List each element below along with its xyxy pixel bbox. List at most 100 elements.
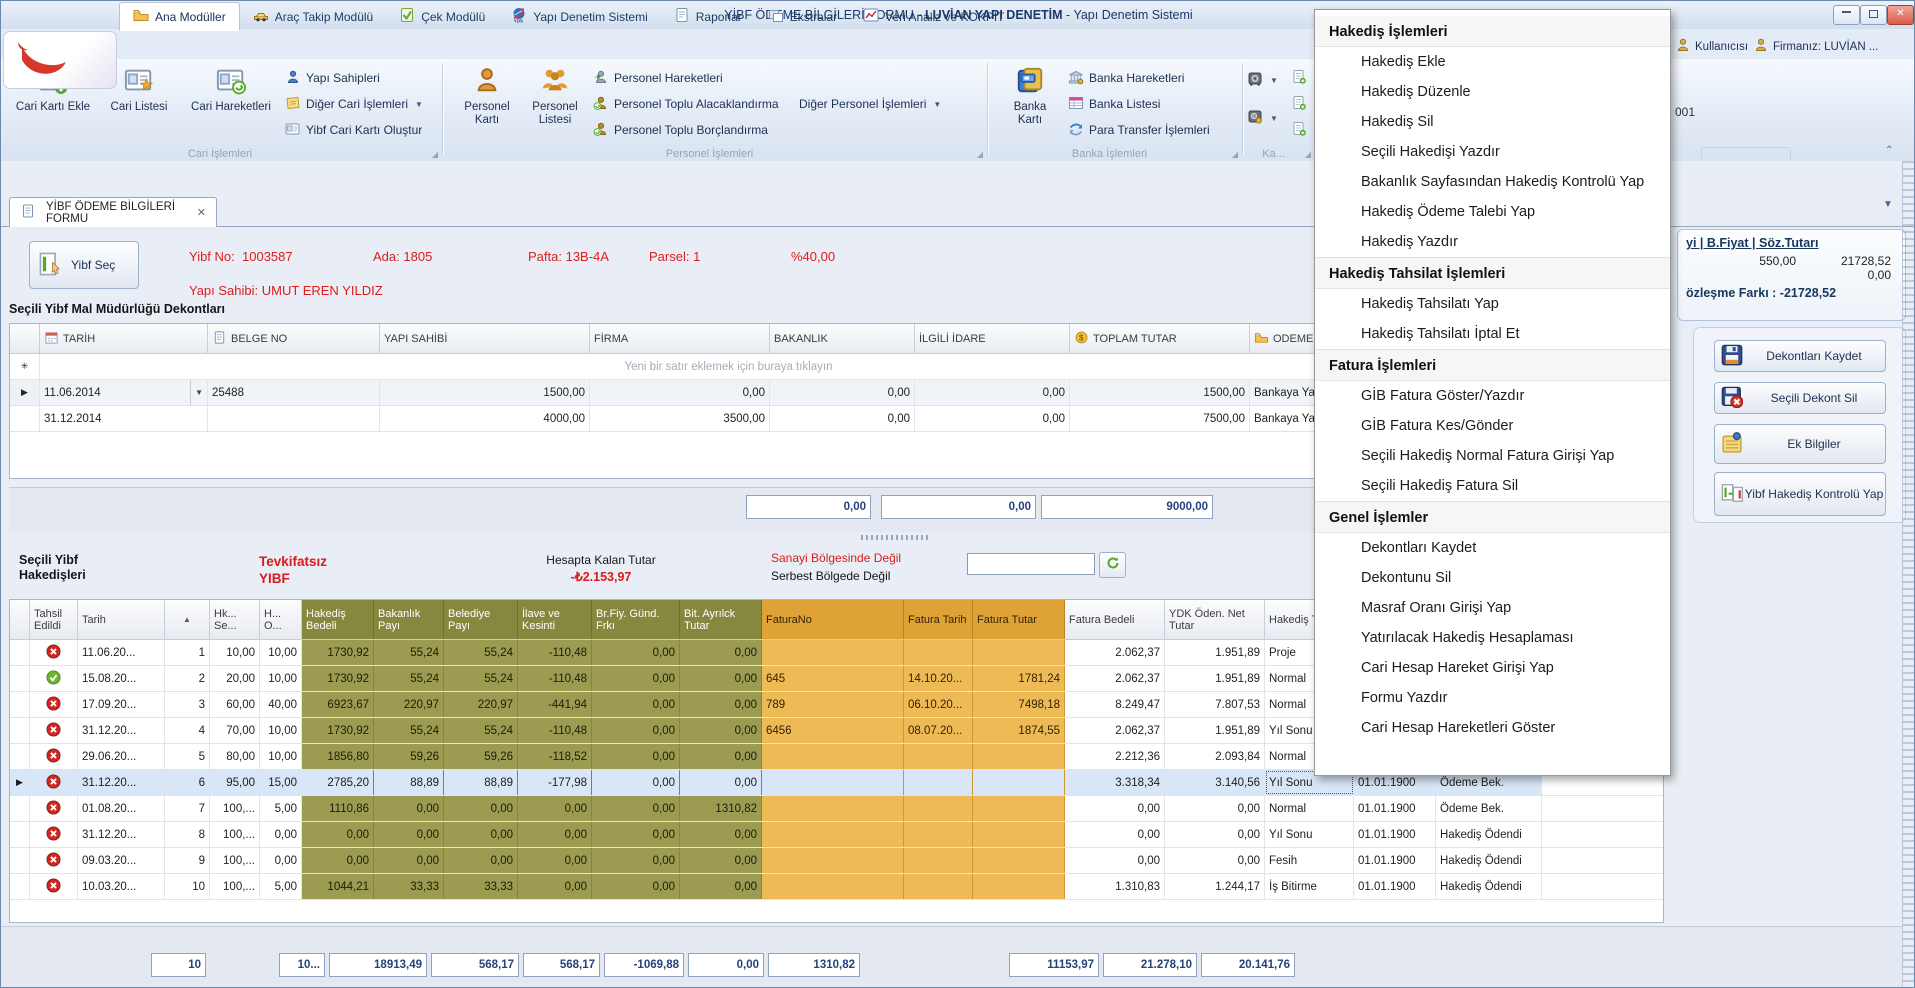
cell-status[interactable]: [30, 822, 78, 847]
cell-bit[interactable]: 1310,82: [680, 796, 762, 821]
cell-fattarih[interactable]: [904, 822, 973, 847]
cell-ydk[interactable]: 1.951,89: [1165, 640, 1265, 665]
column-header[interactable]: Tarih: [78, 600, 165, 639]
cell-tip[interactable]: İş Bitirme: [1265, 874, 1354, 899]
tab-yapi-denetim-sistemi[interactable]: YDSYapı Denetim Sistemi: [498, 2, 661, 31]
cell-ilave[interactable]: -118,52: [518, 744, 592, 769]
cell-belediye[interactable]: 59,26: [444, 744, 518, 769]
yibf-sec-button[interactable]: Yibf Seç: [29, 241, 139, 289]
cell-ind[interactable]: ▶: [10, 770, 30, 795]
cell-no[interactable]: 5: [165, 744, 210, 769]
cell-status[interactable]: [30, 666, 78, 691]
banka-hareketleri-button[interactable]: Banka Hareketleri: [1068, 67, 1184, 89]
cell-fatbedeli[interactable]: 2.062,37: [1065, 666, 1165, 691]
cell-belediye[interactable]: 220,97: [444, 692, 518, 717]
cell-durum[interactable]: Hakediş Ödendi: [1436, 822, 1542, 847]
cell-belediye[interactable]: 55,24: [444, 666, 518, 691]
cell-fattarih[interactable]: [904, 640, 973, 665]
cell-status[interactable]: [30, 640, 78, 665]
cell-no[interactable]: 8: [165, 822, 210, 847]
cell-status[interactable]: [30, 718, 78, 743]
minimize-button[interactable]: [1833, 5, 1860, 25]
cell-fatbedeli[interactable]: 2.062,37: [1065, 718, 1165, 743]
cell-bakanlik[interactable]: 88,89: [374, 770, 444, 795]
personel-karti-button[interactable]: Personel Kartı: [455, 63, 519, 143]
banka-karti-button[interactable]: Banka Kartı: [1000, 63, 1060, 143]
cell-bedeli[interactable]: 6923,67: [302, 692, 374, 717]
cell-tarih[interactable]: 31.12.20...: [78, 770, 165, 795]
column-header[interactable]: Hk... Se...: [210, 600, 260, 639]
cell-ydk[interactable]: 1.951,89: [1165, 666, 1265, 691]
cell-ho[interactable]: 10,00: [260, 666, 302, 691]
cell-ydk[interactable]: 0,00: [1165, 848, 1265, 873]
cell-no[interactable]: 2: [165, 666, 210, 691]
cell-hkse[interactable]: 70,00: [210, 718, 260, 743]
tab-veri-analiz-kokpit[interactable]: Veri Analiz ve KOKPİT: [850, 2, 1017, 31]
cell-ilave[interactable]: -110,48: [518, 666, 592, 691]
diger-cari-islemleri-button[interactable]: Diğer Cari İşlemleri▼: [285, 93, 423, 115]
cell-ind[interactable]: [10, 718, 30, 743]
ek-bilgiler-button[interactable]: Ek Bilgiler: [1714, 424, 1886, 464]
ribbon-collapse-icon[interactable]: ⌃: [1885, 145, 1893, 156]
cell-bakanlik[interactable]: 55,24: [374, 718, 444, 743]
cell-belediye[interactable]: 0,00: [444, 822, 518, 847]
column-header[interactable]: YAPI SAHİBİ: [380, 324, 590, 353]
cell-tarih[interactable]: 01.08.20...: [78, 796, 165, 821]
cell-faturano[interactable]: [762, 770, 904, 795]
menu-item[interactable]: GİB Fatura Kes/Gönder: [1315, 411, 1670, 441]
cell-ilave[interactable]: 0,00: [518, 848, 592, 873]
cell-bedeli[interactable]: 1044,21: [302, 874, 374, 899]
cell-tarih[interactable]: 09.03.20...: [78, 848, 165, 873]
cell-fatbedeli[interactable]: 3.318,34: [1065, 770, 1165, 795]
tab-arac-takip-modulu[interactable]: Araç Takip Modülü: [240, 2, 387, 31]
cell-faturano[interactable]: [762, 640, 904, 665]
cell-belediye[interactable]: 55,24: [444, 640, 518, 665]
cell-tarih[interactable]: 17.09.20...: [78, 692, 165, 717]
cell-ydk[interactable]: 2.093,84: [1165, 744, 1265, 769]
menu-item[interactable]: Hakediş Ödeme Talebi Yap: [1315, 197, 1670, 227]
cell-fattutar[interactable]: [973, 796, 1065, 821]
kasa-dropdown-button[interactable]: ▼: [1247, 69, 1278, 91]
menu-item[interactable]: Dekontları Kaydet: [1315, 533, 1670, 563]
cell-brfiy[interactable]: 0,00: [592, 770, 680, 795]
menu-item[interactable]: Cari Hesap Hareket Girişi Yap: [1315, 653, 1670, 683]
doc-add-button[interactable]: [1291, 93, 1307, 115]
dialog-launcher-icon[interactable]: ◢: [1305, 150, 1311, 159]
table-row[interactable]: ▶11.06.2014▼254881500,000,000,000,001500…: [10, 380, 1418, 406]
cell-firma[interactable]: 0,00: [590, 380, 770, 405]
cell-tarih[interactable]: 11.06.20...: [78, 640, 165, 665]
cell-bakanlik[interactable]: 55,24: [374, 640, 444, 665]
cell-bedeli[interactable]: 1730,92: [302, 718, 374, 743]
cell-hkse[interactable]: 10,00: [210, 640, 260, 665]
dekont-grid[interactable]: TARİHBELGE NOYAPI SAHİBİFİRMABAKANLIKİLG…: [9, 323, 1419, 479]
cell-tip[interactable]: Yıl Sonu: [1265, 822, 1354, 847]
cell-ho[interactable]: 15,00: [260, 770, 302, 795]
menu-item[interactable]: Hakediş Tahsilatı İptal Et: [1315, 319, 1670, 349]
cell-hkse[interactable]: 95,00: [210, 770, 260, 795]
menu-item[interactable]: Hakediş Yazdır: [1315, 227, 1670, 257]
date-combo-arrow-icon[interactable]: ▼: [190, 380, 203, 405]
cell-bedeli[interactable]: 1730,92: [302, 640, 374, 665]
cell-no[interactable]: 4: [165, 718, 210, 743]
cell-tarih[interactable]: 10.03.20...: [78, 874, 165, 899]
cell-bit[interactable]: 0,00: [680, 640, 762, 665]
dekont-new-row[interactable]: ✳Yeni bir satır eklemek için buraya tıkl…: [10, 354, 1418, 380]
cell-bakanlik[interactable]: 33,33: [374, 874, 444, 899]
cell-status[interactable]: [30, 796, 78, 821]
cell-faturano[interactable]: [762, 874, 904, 899]
cell-bakanlik[interactable]: 220,97: [374, 692, 444, 717]
cell-yapi[interactable]: 4000,00: [380, 406, 590, 431]
cell-tarih[interactable]: 15.08.20...: [78, 666, 165, 691]
cell-bit[interactable]: 0,00: [680, 718, 762, 743]
column-header[interactable]: FİRMA: [590, 324, 770, 353]
menu-item[interactable]: Bakanlık Sayfasından Hakediş Kontrolü Ya…: [1315, 167, 1670, 197]
cell-no[interactable]: 1: [165, 640, 210, 665]
cell-brfiy[interactable]: 0,00: [592, 874, 680, 899]
cell-fatbedeli[interactable]: 0,00: [1065, 822, 1165, 847]
secili-dekont-sil-button[interactable]: Seçili Dekont Sil: [1714, 382, 1886, 414]
cell-ilave[interactable]: -441,94: [518, 692, 592, 717]
cell-status[interactable]: [30, 770, 78, 795]
cell-fattarih[interactable]: [904, 848, 973, 873]
personel-listesi-button[interactable]: Personel Listesi: [523, 63, 587, 143]
cell-no[interactable]: 7: [165, 796, 210, 821]
